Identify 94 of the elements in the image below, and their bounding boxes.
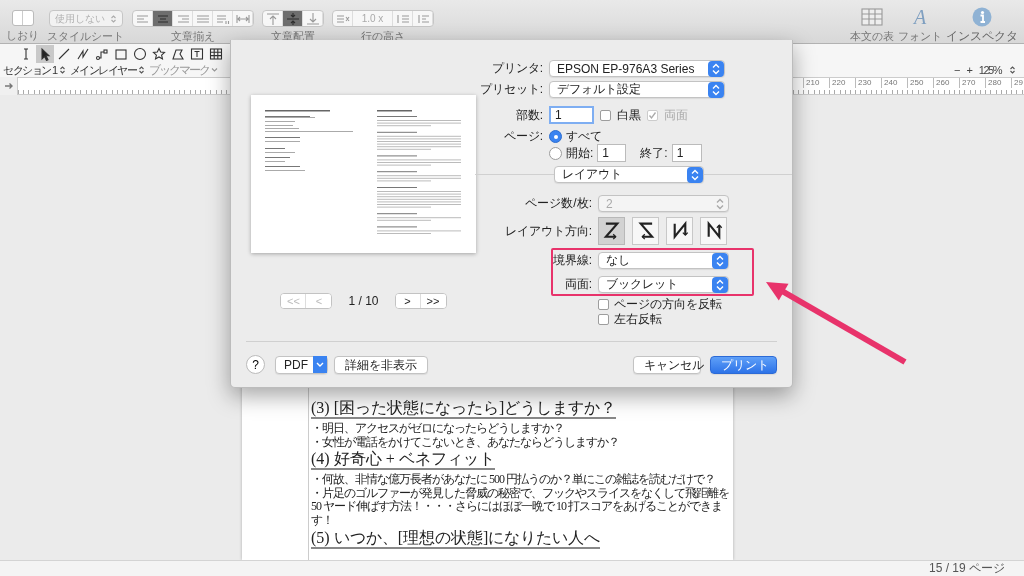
bullet-text: ・明日、アクセスがゼロになったらどうしますか？ [311,422,565,436]
updown-arrows-icon [687,166,703,183]
updown-arrows-icon [58,65,66,75]
radio-label: すべて [566,128,602,145]
updown-arrows-icon [708,81,724,98]
checkbox[interactable] [598,299,609,310]
page-nav-button[interactable]: > [395,294,421,308]
toolbar-label: スタイルシート [47,30,124,42]
ruler-label: 260 [933,78,959,88]
toolbar-label: 文章揃え [171,30,215,42]
tool-button[interactable] [36,44,54,63]
hide-details-button[interactable]: 詳細を非表示 [334,355,428,374]
ruler-label: 210 [803,78,829,88]
field-label: ページ: [502,128,543,145]
ruler-label: 29 [1011,78,1024,88]
updown-arrows-icon [708,60,724,77]
copies-field[interactable]: 1 [549,106,594,124]
segment-button[interactable] [283,11,303,26]
print-button[interactable]: プリント [710,355,777,374]
zoom-in-button[interactable]: + [966,64,973,76]
updown-arrows-icon [1009,65,1016,75]
updown-arrows-icon [712,252,728,269]
polyline-icon [76,46,90,61]
layout-direction-button[interactable] [700,217,727,245]
updown-arrows-icon [109,13,117,24]
ruler-label: 230 [855,78,881,88]
checkmark-icon [648,110,657,120]
connector-icon [95,46,109,61]
section-popup[interactable]: レイアウト [554,166,704,183]
section-popup[interactable]: セクション 1 [3,62,66,78]
checkbox[interactable] [600,109,611,121]
ruler-label: 270 [959,78,985,88]
page-indicator: 1 / 10 [348,294,379,308]
updown-arrows-icon [712,276,728,293]
text-box-icon [190,46,204,61]
pdf-menu-button[interactable]: PDF [275,355,328,374]
font-icon: A [913,6,927,28]
section-heading: (4) 好奇心 + ベネフィット [311,449,495,471]
checkbox[interactable] [598,314,609,325]
section-heading: (3) [困った状態になったら]どうしますか？ [311,398,617,419]
table-icon [861,8,883,26]
info-icon [972,7,992,27]
field-label: プリンタ: [490,60,543,77]
field-label: 境界線: [551,252,592,269]
polygon-icon [171,46,185,61]
toolbar-label: しおり [6,29,39,41]
border-popup[interactable]: なし [598,252,729,269]
field-label: 両面: [563,276,592,293]
field-label: 終了: [640,144,668,162]
help-button[interactable]: ? [246,355,265,374]
checkbox-label: 白黒 [617,106,641,124]
zoom-popup[interactable]: 125% [978,64,1016,76]
pointer-icon [38,46,52,61]
bullet-text: ・女性が電話をかけてこないとき、あなたならどうしますか？ [311,435,620,450]
section-heading: (5) いつか、[理想の状態]になりたい人へ [311,527,601,549]
zoom-out-button[interactable]: − [954,64,961,76]
printer-popup[interactable]: EPSON EP-976A3 Series [549,60,725,77]
duplex-popup[interactable]: ブックレット [598,276,729,293]
radio-button[interactable] [549,146,562,160]
to-field[interactable]: 1 [671,144,702,162]
ruler-label: 220 [829,78,855,88]
arrow-right-icon [3,82,14,90]
field-label: プリセット: [478,81,543,98]
checkbox-label: ページの方向を反転 [614,296,722,313]
field-label: レイアウト方向: [503,222,592,240]
layout-direction-button[interactable] [598,217,625,245]
radio-label: 開始: [566,144,594,162]
ellipse-icon [133,46,147,61]
ruler-label: 240 [881,78,907,88]
layout-direction-button[interactable] [632,217,659,245]
radio-button[interactable] [549,130,562,143]
checkbox-label: 両面 [664,106,688,124]
page-count: 15 / 19 ページ [928,560,1005,576]
chevron-down-icon [211,67,219,73]
layout-direction-button[interactable] [666,217,693,245]
bullet-text: ・片足のゴルファーが発見した脅威の秘密で、フックやスライスをなくして飛距離を 50 ヤード伸ばす方法！・・・さらにはほぼ一晩で 10 打スコアをあげることができます！ [311,486,730,528]
from-field[interactable]: 1 [597,144,627,162]
field-label: ページ数/枚: [524,195,592,212]
line-icon [57,46,71,61]
layer-popup[interactable]: メインレイヤー [69,62,146,78]
bullet-text: ・何故、非情な億万長者があなたに 500 円払うのか？単にこの雑誌を読むだけで？ [311,473,716,487]
ruler-label: 250 [907,78,933,88]
field-label: 部数: [514,106,543,124]
segment-button[interactable] [153,11,173,26]
updown-arrows-icon [138,65,146,75]
checkbox-label: 左右反転 [614,311,662,328]
toolbar-label[interactable]: インスペクタ [946,30,1018,42]
sidebar-toggle-button[interactable] [11,10,34,26]
chevron-down-icon [313,356,327,373]
preset-popup[interactable]: デフォルト設定 [549,81,725,98]
table-icon [209,46,223,61]
ruler-label: 280 [985,78,1011,88]
star-icon [152,46,166,61]
rectangle-icon [114,46,128,61]
